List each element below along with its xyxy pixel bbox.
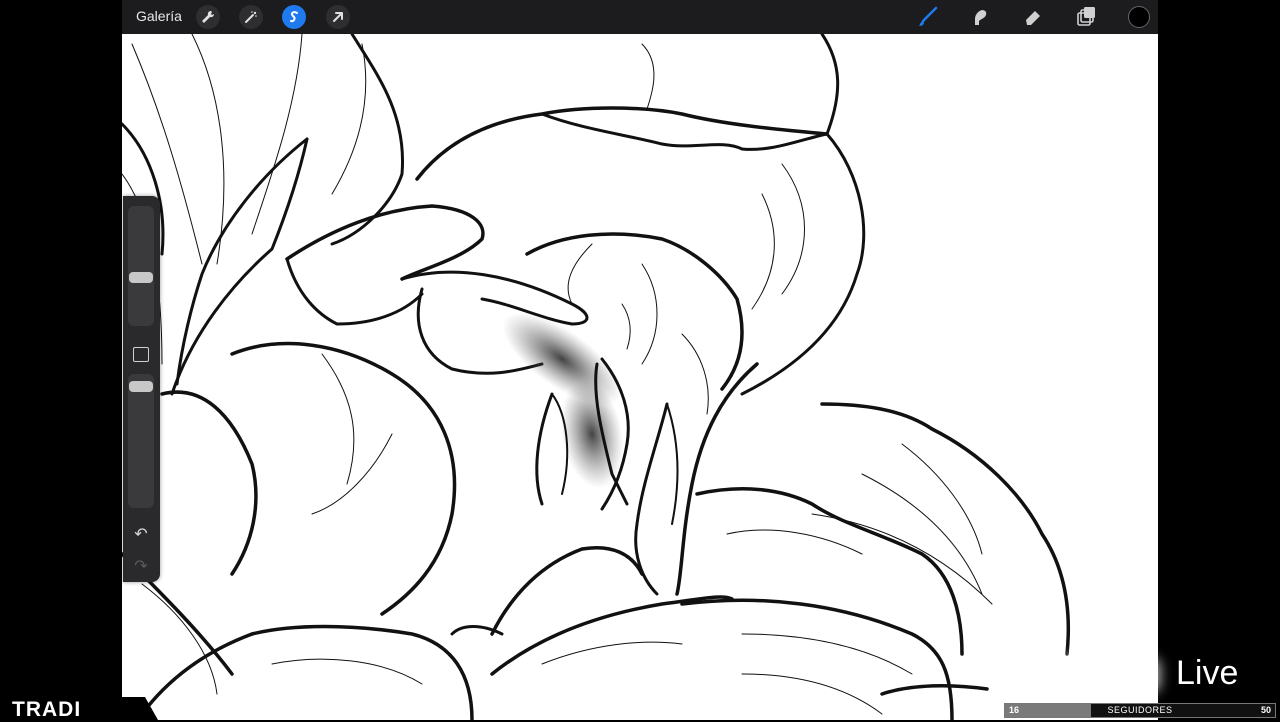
live-label: Live xyxy=(1176,654,1239,692)
drawing-canvas[interactable] xyxy=(122,34,1158,720)
opacity-slider[interactable] xyxy=(128,374,154,508)
brush-icon xyxy=(919,6,938,26)
top-toolbar: Galería xyxy=(122,0,1158,34)
actions-button[interactable] xyxy=(196,5,220,29)
brush-tool-button[interactable] xyxy=(915,5,941,29)
transform-arrow-icon xyxy=(333,12,343,22)
smudge-tool-button[interactable] xyxy=(967,5,993,29)
redo-icon[interactable]: ↷ xyxy=(131,558,151,576)
brand-text: TRADI xyxy=(12,698,82,721)
followers-label: SEGUIDORES xyxy=(1107,705,1173,715)
wrench-icon xyxy=(202,10,215,23)
brush-size-handle[interactable] xyxy=(129,272,153,284)
undo-icon[interactable]: ↶ xyxy=(131,526,151,544)
procreate-app: Galería xyxy=(122,0,1158,720)
followers-goal: 50 xyxy=(1260,705,1271,715)
layers-icon xyxy=(1077,7,1095,26)
modify-button[interactable] xyxy=(133,347,149,362)
eraser-tool-button[interactable] xyxy=(1020,5,1046,29)
adjustments-button[interactable] xyxy=(239,5,263,29)
color-picker-button[interactable] xyxy=(1128,6,1150,28)
transform-button[interactable] xyxy=(326,5,350,29)
gallery-button[interactable]: Galería xyxy=(136,8,182,24)
magic-wand-icon xyxy=(245,11,257,23)
smudge-icon xyxy=(975,10,987,25)
layers-button[interactable] xyxy=(1073,5,1099,29)
brush-size-slider[interactable] xyxy=(128,206,154,326)
brush-sidebar: ↶ ↷ xyxy=(123,196,160,582)
opacity-handle[interactable] xyxy=(129,381,153,393)
followers-goal-bar: 16 SEGUIDORES 50 xyxy=(1004,703,1276,718)
selection-button[interactable] xyxy=(282,5,306,29)
blurred-logo xyxy=(1000,658,1160,692)
eraser-icon xyxy=(1026,11,1040,25)
selection-icon xyxy=(290,11,298,23)
